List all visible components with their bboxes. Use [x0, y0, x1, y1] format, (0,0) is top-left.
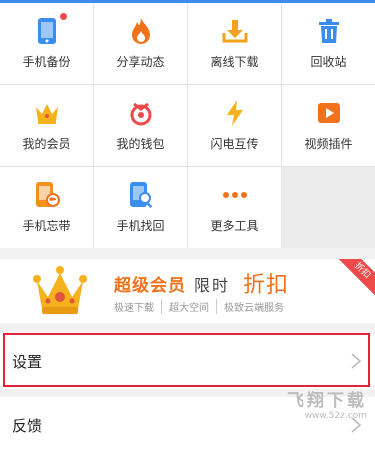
- tool-label: 回收站: [310, 55, 347, 69]
- tool-recycle-bin[interactable]: 回收站: [282, 3, 375, 84]
- promo-feature: 超大空间: [161, 299, 216, 314]
- crown-illustration-icon: [32, 265, 88, 317]
- tool-label: 手机找回: [116, 219, 165, 233]
- phone-cloud-icon: [33, 181, 61, 209]
- tool-label: 手机忘带: [22, 219, 71, 233]
- tool-flash-transfer[interactable]: 闪电互传: [188, 85, 281, 166]
- phone-backup-icon: [33, 13, 67, 45]
- tool-label: 闪电互传: [210, 137, 259, 151]
- tool-phone-forgot[interactable]: 手机忘带: [0, 167, 93, 248]
- tool-phone-backup[interactable]: 手机备份: [0, 3, 93, 84]
- promo-features: 极速下载 超大空间 极致云端服务: [114, 299, 291, 314]
- promo-title-super-member: 超级会员: [114, 276, 186, 296]
- promo-title-discount: 折扣: [243, 273, 290, 298]
- more-dots-icon: [221, 181, 249, 209]
- settings-row[interactable]: 设置: [0, 333, 375, 389]
- tool-my-wallet[interactable]: 我的钱包: [94, 85, 187, 166]
- video-play-icon: [315, 99, 343, 127]
- tool-share-feed[interactable]: 分享动态: [94, 3, 187, 84]
- super-member-promo-banner[interactable]: 超级会员 限时 折扣 极速下载 超大空间 极致云端服务 折扣: [0, 259, 375, 323]
- tool-label: 手机备份: [22, 55, 71, 69]
- feedback-label: 反馈: [12, 417, 43, 435]
- tool-label: 分享动态: [116, 55, 165, 69]
- tool-my-membership[interactable]: 我的会员: [0, 85, 93, 166]
- tool-offline-download[interactable]: 离线下载: [188, 3, 281, 84]
- section-divider: [0, 389, 375, 397]
- promo-feature: 极速下载: [114, 303, 154, 314]
- tool-label: 我的钱包: [116, 137, 165, 151]
- promo-feature: 极致云端服务: [216, 299, 291, 314]
- download-tray-icon: [221, 17, 249, 45]
- tool-label: 更多工具: [210, 219, 259, 233]
- crown-icon: [33, 99, 61, 127]
- tool-video-plugin[interactable]: 视频插件: [282, 85, 375, 166]
- discount-ribbon: 折扣: [331, 259, 375, 302]
- wallet-icon: [127, 99, 155, 127]
- promo-title-limited-time: 限时: [194, 276, 231, 295]
- tool-label: 我的会员: [22, 137, 71, 151]
- tool-label: 视频插件: [304, 137, 353, 151]
- tool-phone-recovery[interactable]: 手机找回: [94, 167, 187, 248]
- notification-dot: [59, 13, 67, 20]
- feedback-row[interactable]: 反馈: [0, 397, 375, 453]
- highlight-box: [3, 333, 370, 387]
- tool-grid: 手机备份 分享动态 离线下载 回收站 我的会员 我的钱包 闪电互传 视频插件 手…: [0, 3, 375, 248]
- tool-label: 离线下载: [210, 55, 259, 69]
- grid-empty-cell: [282, 167, 375, 248]
- flame-icon: [127, 17, 155, 45]
- phone-search-icon: [127, 181, 155, 209]
- lightning-icon: [221, 99, 249, 127]
- trash-icon: [315, 17, 343, 45]
- tool-more-tools[interactable]: 更多工具: [188, 167, 281, 248]
- chevron-right-icon: [351, 417, 362, 433]
